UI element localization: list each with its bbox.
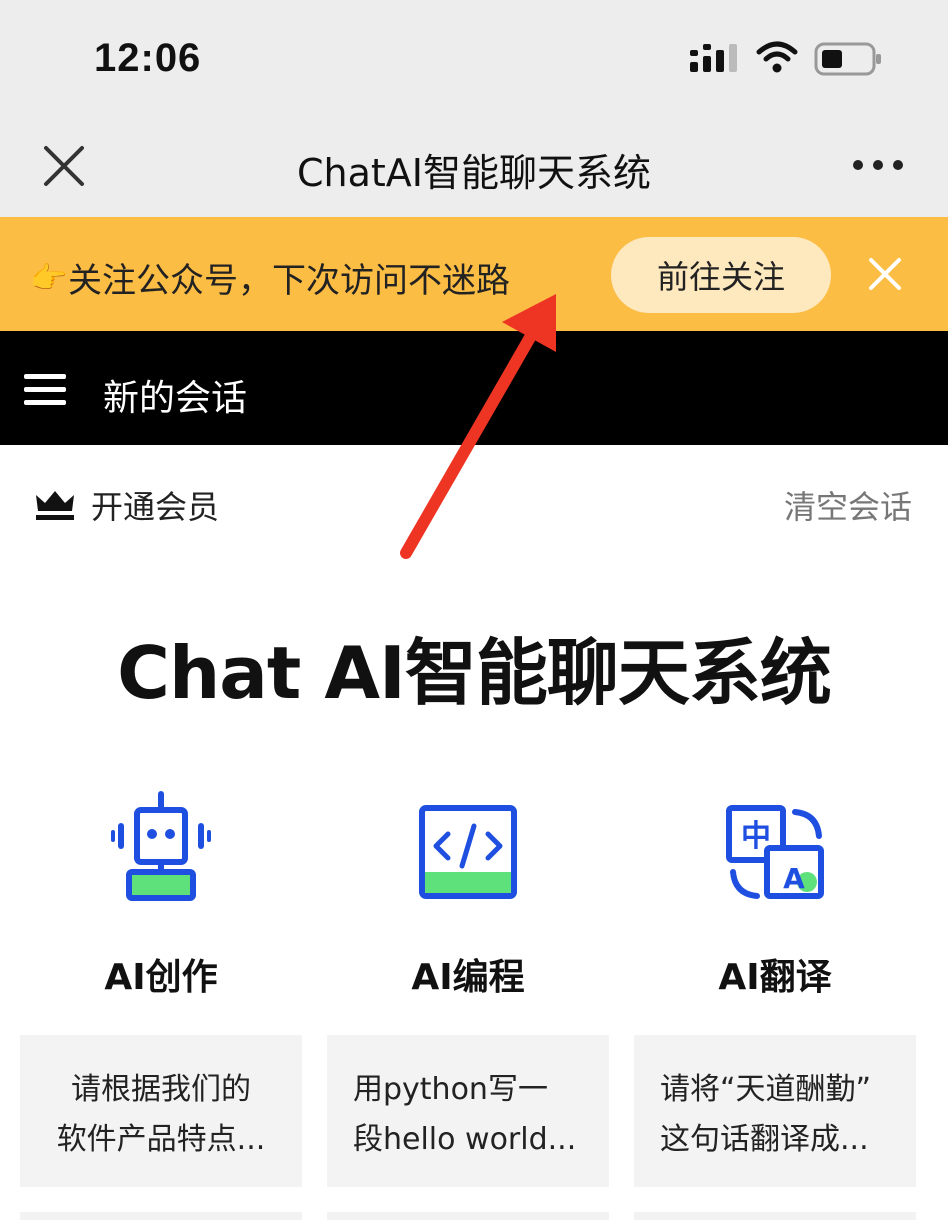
prompt-card-writing[interactable]: 请根据我们的 软件产品特点... — [20, 1035, 302, 1187]
prompt-line: 软件产品特点... — [56, 1122, 266, 1157]
prompt-card-partial[interactable] — [327, 1212, 609, 1220]
status-bar: 12:06 — [0, 0, 948, 120]
code-icon — [419, 805, 517, 899]
clear-conversation-link[interactable]: 清空会话 — [784, 482, 912, 528]
prompt-card-partial[interactable] — [20, 1212, 302, 1220]
feature-label: AI编程 — [411, 957, 525, 998]
svg-text:A: A — [783, 862, 805, 895]
nav-title: ChatAI智能聊天系统 — [296, 151, 651, 195]
conversation-title: 新的会话 — [103, 378, 248, 419]
signal-icon — [690, 44, 737, 72]
prompt-line: 段hello world... — [353, 1122, 577, 1157]
prompt-card-translate[interactable]: 请将“天道酬勤” 这句话翻译成... — [634, 1035, 916, 1187]
feature-label: AI创作 — [104, 957, 218, 998]
translate-icon: 中 A — [726, 805, 824, 899]
chat-header: 新的会话 — [0, 331, 948, 445]
feature-label: AI翻译 — [718, 957, 832, 998]
feature-ai-writing[interactable]: AI创作 — [20, 790, 302, 998]
follow-button[interactable]: 前往关注 — [611, 237, 831, 313]
prompt-line: 这句话翻译成... — [660, 1122, 869, 1157]
menu-icon[interactable] — [24, 373, 66, 407]
feature-ai-translate[interactable]: 中 A AI翻译 — [634, 790, 916, 998]
robot-icon — [111, 791, 211, 901]
prompt-line: 请将“天道酬勤” — [660, 1072, 872, 1107]
nav-bar: ChatAI智能聊天系统 — [0, 120, 948, 217]
prompt-line: 请根据我们的 — [71, 1072, 251, 1107]
open-membership-link[interactable]: 开通会员 — [91, 482, 219, 528]
prompt-card-partial[interactable] — [634, 1212, 916, 1220]
battery-icon — [814, 42, 881, 76]
prompt-card-coding[interactable]: 用python写一 段hello world... — [327, 1035, 609, 1187]
wifi-icon — [756, 41, 798, 73]
more-icon[interactable] — [850, 150, 906, 180]
feature-ai-coding[interactable]: AI编程 — [327, 790, 609, 998]
crown-icon[interactable] — [34, 487, 76, 521]
banner-close-icon[interactable] — [868, 257, 902, 291]
hand-pointing-icon: 👉 — [30, 261, 68, 296]
status-time: 12:06 — [94, 36, 202, 80]
prompt-line: 用python写一 — [353, 1072, 548, 1107]
follow-banner: 👉 关注公众号，下次访问不迷路 前往关注 — [0, 217, 948, 331]
page-title: Chat AI智能聊天系统 — [117, 631, 832, 715]
banner-text: 关注公众号，下次访问不迷路 — [68, 261, 510, 301]
